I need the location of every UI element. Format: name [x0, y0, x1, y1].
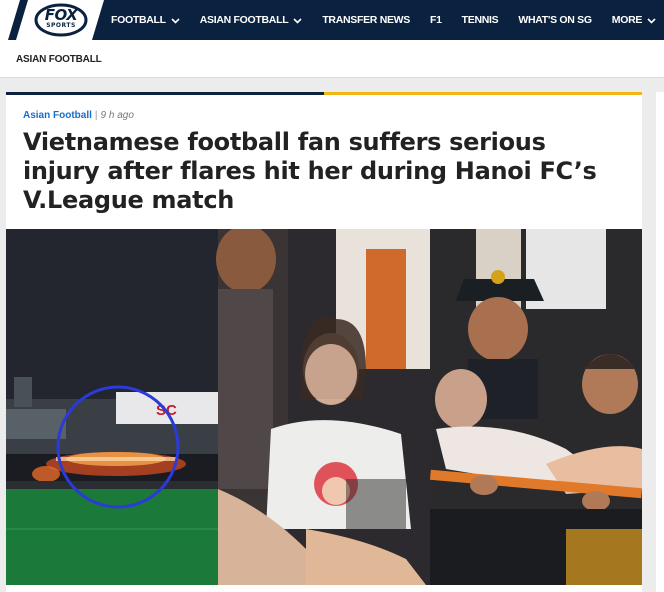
article-headline: Vietnamese football fan suffers serious …	[23, 128, 597, 214]
nav-menu: FOOTBALL ASIAN FOOTBALL TRANSFER NEWS F1…	[111, 0, 656, 40]
nav-item-asian-football[interactable]: ASIAN FOOTBALL	[200, 14, 303, 26]
nav-item-label: TRANSFER NEWS	[322, 14, 410, 26]
collage-image: SC	[6, 229, 642, 585]
article-category-link[interactable]: Asian Football	[23, 110, 92, 121]
article-meta: Asian Football | 9 h ago	[23, 110, 134, 121]
chevron-down-icon	[171, 16, 180, 25]
article-card: Asian Football | 9 h ago Vietnamese foot…	[6, 92, 642, 592]
nav-item-label: TENNIS	[461, 14, 499, 26]
article-hero-image[interactable]: SC	[6, 229, 642, 585]
nav-item-f1[interactable]: F1	[430, 14, 442, 26]
nav-item-label: F1	[430, 14, 442, 26]
nav-item-label: ASIAN FOOTBALL	[199, 14, 289, 26]
nav-item-football[interactable]: FOOTBALL	[111, 14, 180, 26]
image-panel-stadium: SC	[6, 229, 218, 585]
image-panel-fan	[216, 229, 430, 585]
breadcrumb-link[interactable]: ASIAN FOOTBALL	[16, 54, 102, 65]
logo-text: FOX	[44, 6, 78, 24]
chevron-down-icon	[293, 16, 302, 25]
nav-item-label: FOOTBALL	[111, 14, 166, 26]
nav-item-more[interactable]: MORE	[612, 14, 656, 26]
nav-item-transfer-news[interactable]: TRANSFER NEWS	[322, 14, 410, 26]
nav-item-label: WHAT'S ON SG	[518, 14, 592, 26]
meta-separator: |	[94, 110, 98, 121]
nav-item-tennis[interactable]: TENNIS	[462, 14, 499, 26]
nav-item-label: MORE	[611, 14, 643, 26]
breadcrumb: ASIAN FOOTBALL	[0, 40, 664, 78]
sidebar-edge	[656, 92, 664, 592]
logo-subtext: SPORTS	[46, 22, 76, 29]
chevron-down-icon	[647, 16, 656, 25]
card-accent-line	[6, 92, 642, 95]
article-timestamp: 9 h ago	[100, 110, 134, 121]
fox-sports-logo[interactable]: FOX SPORTS	[0, 0, 104, 40]
image-panel-stretcher	[429, 229, 642, 585]
nav-item-whats-on-sg[interactable]: WHAT'S ON SG	[518, 14, 592, 26]
top-navigation: FOX SPORTS FOOTBALL ASIAN FOOTBALL TRANS…	[0, 0, 664, 40]
